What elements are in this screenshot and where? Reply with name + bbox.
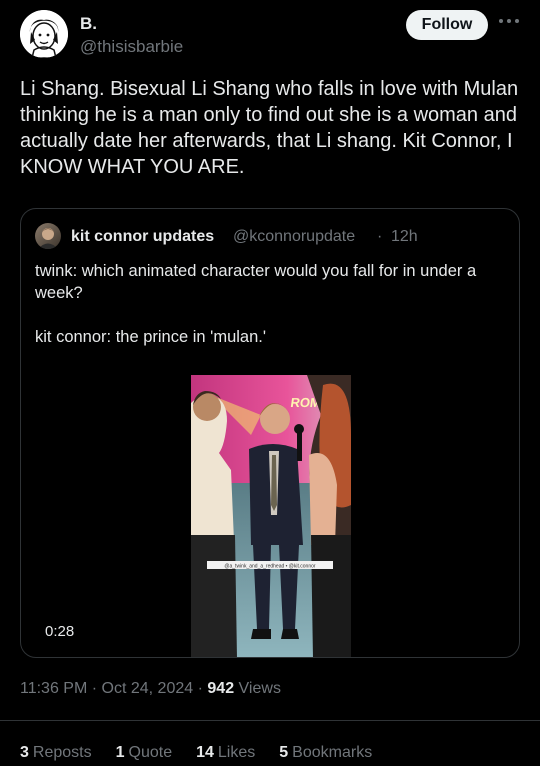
- quote-timestamp[interactable]: 12h: [391, 228, 418, 246]
- bookmarks-count: 5: [279, 744, 289, 761]
- reposts-count: 3: [20, 744, 29, 761]
- quoted-tweet[interactable]: kit connor updates @kconnorupdate · 12h …: [20, 208, 520, 658]
- photo-avatar-icon: [38, 228, 58, 249]
- divider: [0, 720, 540, 721]
- quote-author-name[interactable]: kit connor updates: [71, 228, 214, 246]
- author-handle[interactable]: @thisisbarbie: [80, 37, 183, 57]
- bookmarks-stat[interactable]: 5 Bookmarks: [279, 744, 372, 762]
- bookmarks-label: Bookmarks: [292, 744, 373, 761]
- video-caption-text: @a_twink_and_a_redhead • @kit.connor: [224, 564, 315, 570]
- views-label: Views: [238, 680, 281, 697]
- likes-stat[interactable]: 14 Likes: [196, 744, 255, 762]
- engagement-stats: 3 Reposts 1 Quote 14 Likes 5 Bookmarks: [20, 744, 396, 762]
- cartoon-avatar-icon: [20, 10, 68, 58]
- separator-dot: ·: [197, 680, 203, 697]
- post-time[interactable]: 11:36 PM: [20, 680, 87, 697]
- reposts-stat[interactable]: 3 Reposts: [20, 744, 92, 762]
- quote-author-handle[interactable]: @kconnorupdate: [233, 228, 355, 246]
- likes-count: 14: [196, 744, 214, 761]
- follow-button[interactable]: Follow: [406, 10, 488, 40]
- video-thumbnail: ROMEO @a_twink_and_a_redhead • @kit.conn…: [191, 375, 351, 657]
- more-horizontal-icon[interactable]: [498, 13, 522, 33]
- post-date[interactable]: Oct 24, 2024: [102, 680, 194, 697]
- author-name[interactable]: B.: [80, 14, 97, 34]
- quote-author-avatar[interactable]: [35, 223, 61, 249]
- video-duration: 0:28: [45, 623, 75, 640]
- views-count: 942: [207, 680, 235, 697]
- reposts-label: Reposts: [32, 744, 92, 761]
- tweet-text: Li Shang. Bisexual Li Shang who falls in…: [20, 78, 519, 178]
- tweet-meta: 11:36 PM · Oct 24, 2024 · 942 Views: [20, 680, 281, 698]
- likes-label: Likes: [217, 744, 256, 761]
- author-avatar[interactable]: [20, 10, 68, 58]
- quote-video[interactable]: ROMEO @a_twink_and_a_redhead • @kit.conn…: [191, 375, 351, 657]
- quotes-count: 1: [115, 744, 125, 761]
- quote-text: twink: which animated character would yo…: [35, 262, 477, 346]
- separator-dot: ·: [377, 228, 383, 245]
- quotes-label: Quote: [128, 744, 173, 761]
- tweet-header: B. @thisisbarbie Follow: [20, 10, 520, 62]
- quotes-stat[interactable]: 1 Quote: [116, 744, 173, 762]
- separator-dot: ·: [91, 680, 98, 697]
